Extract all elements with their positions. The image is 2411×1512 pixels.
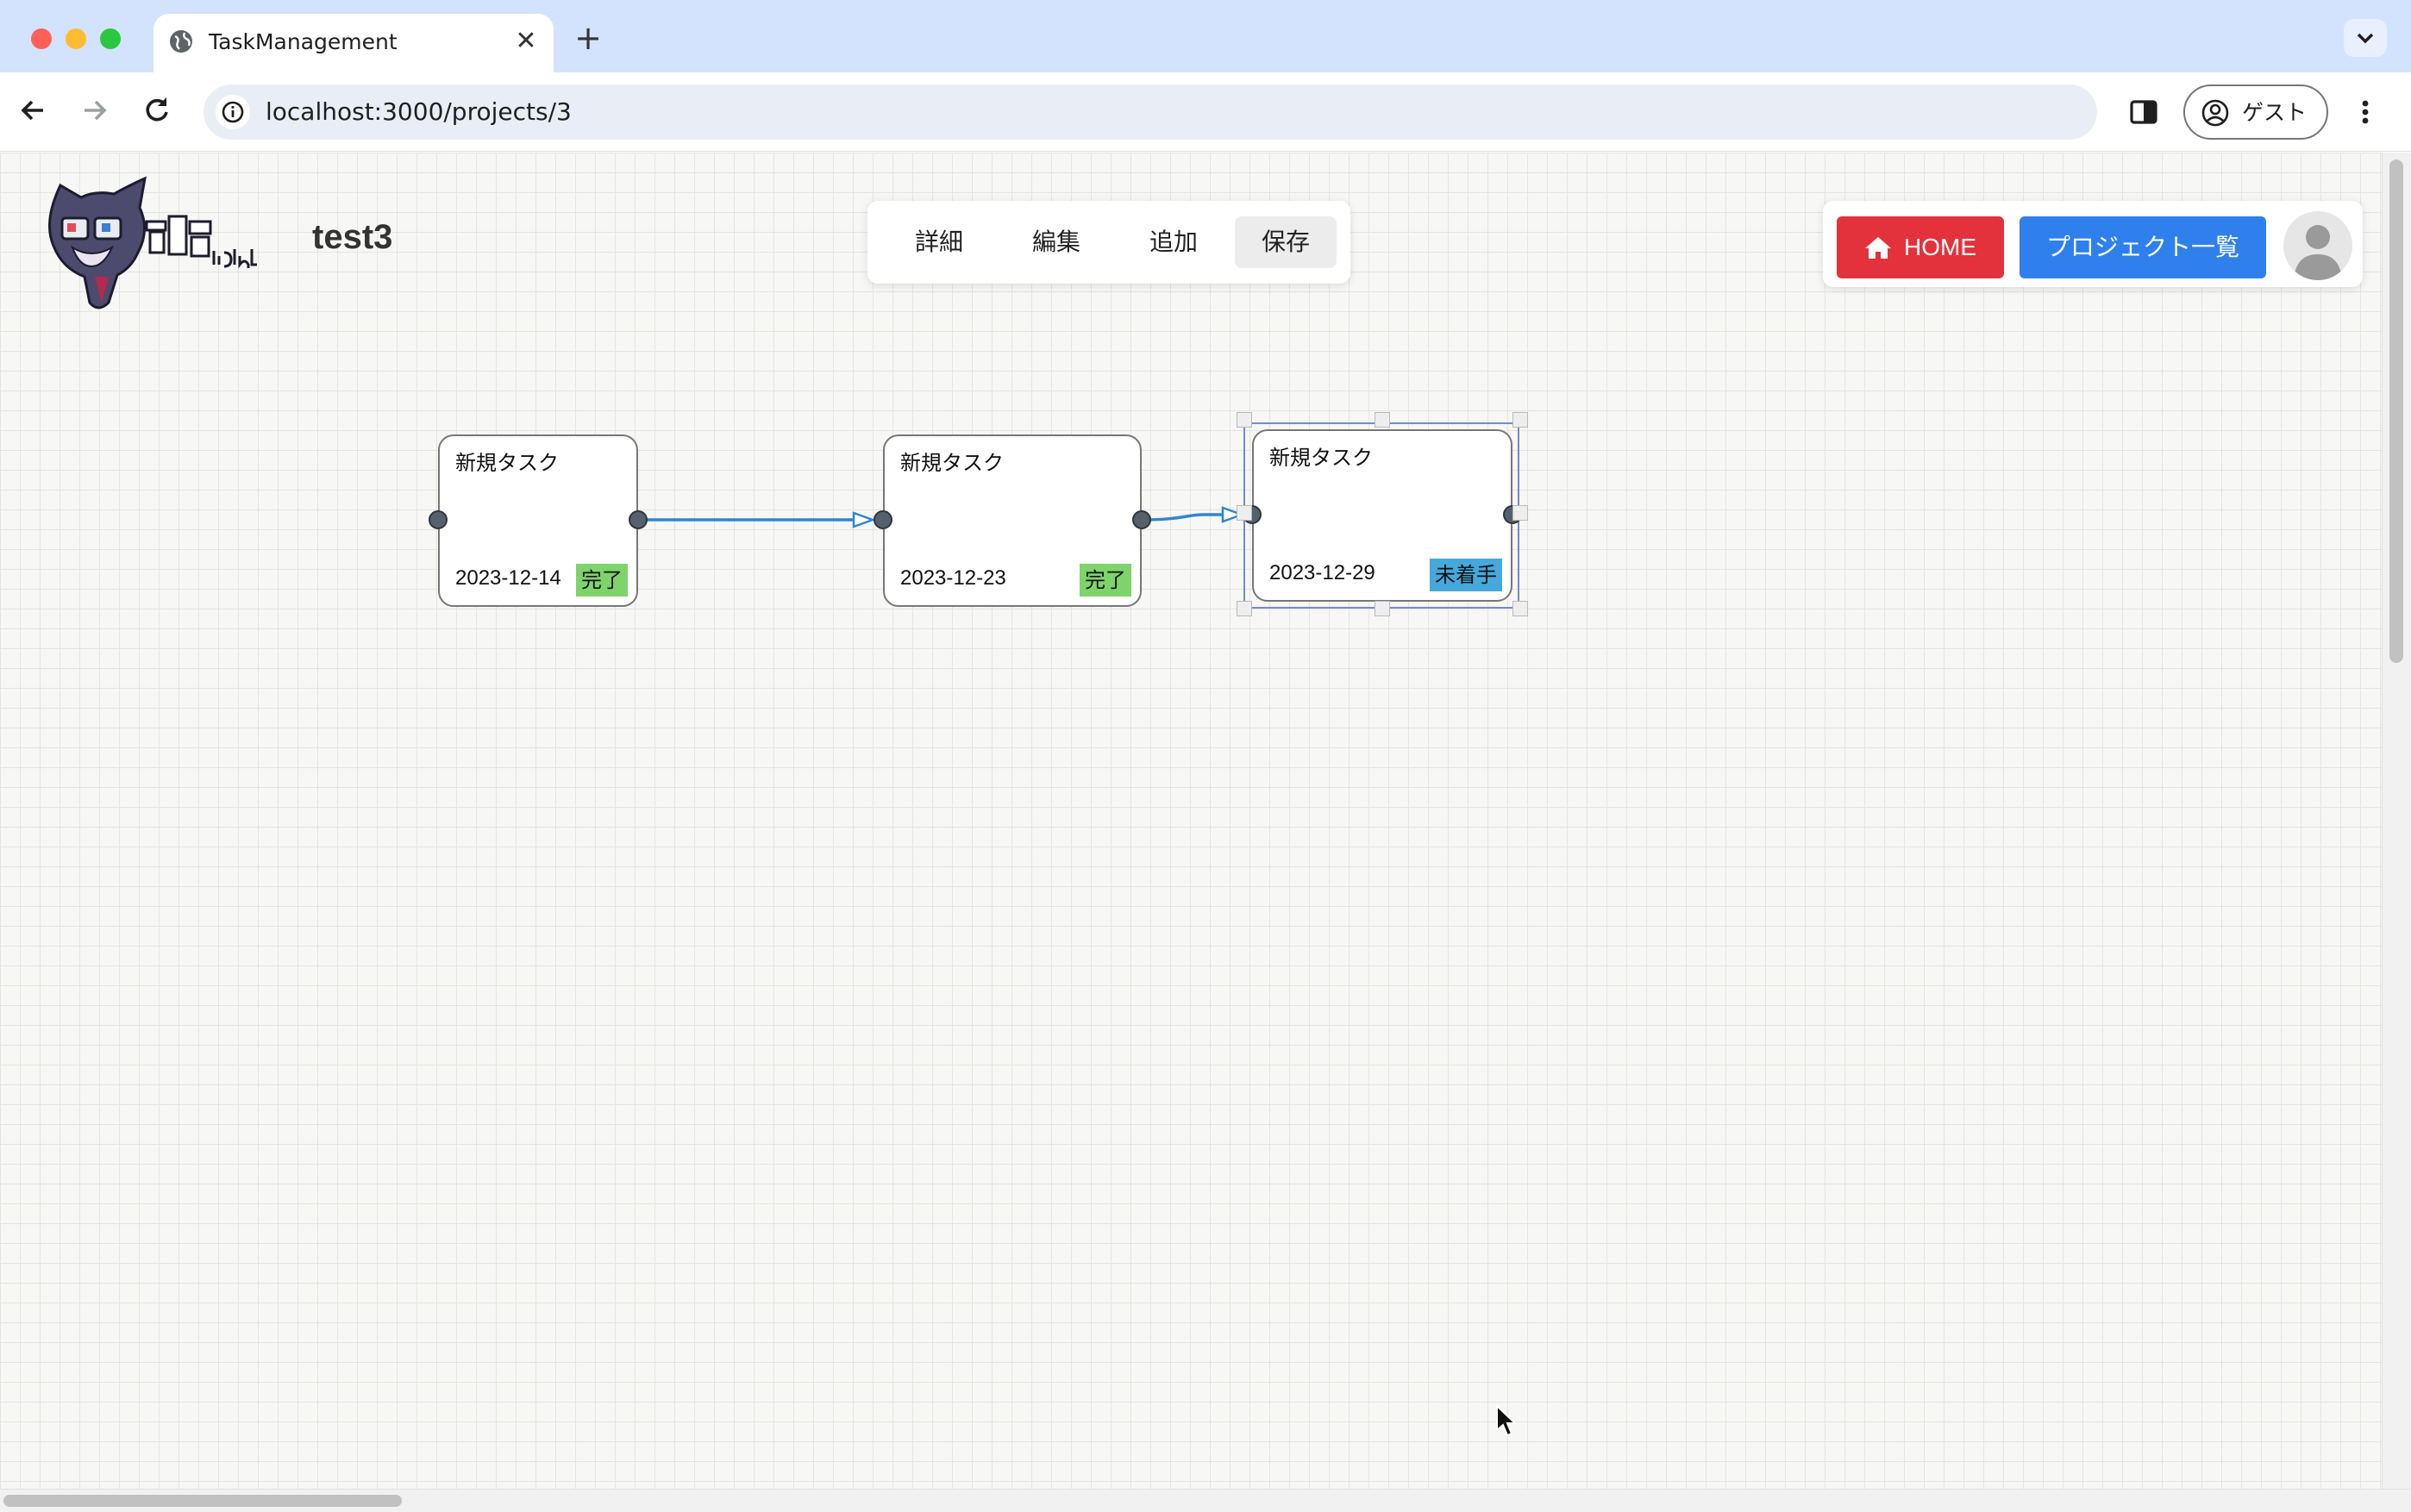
- browser-toolbar: localhost:3000/projects/3 ゲスト: [0, 72, 2411, 152]
- close-tab-icon[interactable]: ✕: [510, 26, 542, 57]
- node-output-handle[interactable]: [1132, 510, 1151, 529]
- chevron-down-icon: [2357, 33, 2374, 44]
- resize-handle-top[interactable]: [1375, 412, 1390, 428]
- browser-tab[interactable]: TaskManagement ✕: [153, 14, 554, 72]
- profile-label: ゲスト: [2242, 100, 2308, 125]
- info-icon: [222, 101, 244, 123]
- resize-handle-bottom-left[interactable]: [1237, 601, 1252, 616]
- task-node[interactable]: 新規タスク 2023-12-23 完了: [883, 434, 1142, 607]
- account-circle-icon: [2201, 99, 2229, 127]
- maximize-window-button[interactable]: [100, 28, 121, 49]
- task-node[interactable]: 新規タスク 2023-12-14 完了: [438, 434, 638, 607]
- back-arrow-icon[interactable]: [12, 90, 53, 131]
- close-window-button[interactable]: [31, 28, 52, 49]
- profile-button[interactable]: ゲスト: [2183, 84, 2328, 140]
- flow-canvas[interactable]: test3 詳細 編集 追加 保存 HOME プロジェクト一覧 新規タスク 20…: [0, 153, 2411, 1512]
- node-output-handle[interactable]: [629, 510, 648, 529]
- horizontal-scroll-thumb[interactable]: [3, 1495, 402, 1507]
- resize-handle-top-right[interactable]: [1512, 412, 1528, 428]
- flow-edges: [638, 506, 1245, 528]
- forward-arrow-icon[interactable]: [74, 90, 116, 131]
- edge-1-to-2-arrowhead: [852, 511, 876, 528]
- reload-icon[interactable]: [136, 90, 178, 131]
- resize-handle-bottom-right[interactable]: [1512, 601, 1528, 616]
- address-bar[interactable]: localhost:3000/projects/3: [204, 84, 2097, 140]
- task-node-title: 新規タスク: [900, 451, 1004, 475]
- status-badge: 完了: [1080, 564, 1131, 597]
- tab-search-button[interactable]: [2344, 19, 2387, 57]
- task-node-title: 新規タスク: [455, 451, 559, 475]
- edge-2-to-3: [1141, 513, 1231, 522]
- tab-title: TaskManagement: [209, 29, 398, 54]
- url-text: localhost:3000/projects/3: [266, 97, 572, 126]
- site-info-button[interactable]: [216, 95, 250, 129]
- vertical-scroll-thumb[interactable]: [2389, 159, 2403, 663]
- minimize-window-button[interactable]: [66, 28, 86, 49]
- globe-icon: [170, 30, 192, 53]
- vertical-scrollbar[interactable]: [2382, 153, 2411, 1489]
- resize-handle-bottom[interactable]: [1375, 601, 1390, 616]
- status-badge: 未着手: [1430, 559, 1502, 591]
- horizontal-scrollbar[interactable]: [0, 1489, 2411, 1512]
- task-node-selected[interactable]: 新規タスク 2023-12-29 未着手: [1252, 429, 1512, 602]
- task-node-date: 2023-12-14: [455, 566, 561, 590]
- resize-handle-left[interactable]: [1237, 505, 1252, 521]
- node-input-handle[interactable]: [874, 510, 892, 529]
- browser-tab-bar: TaskManagement ✕ +: [0, 0, 2411, 72]
- task-node-title: 新規タスク: [1269, 446, 1373, 470]
- task-node-date: 2023-12-29: [1269, 561, 1375, 584]
- kebab-menu-icon[interactable]: [2351, 93, 2380, 131]
- resize-handle-top-left[interactable]: [1237, 412, 1252, 428]
- side-panel-icon[interactable]: [2125, 93, 2163, 131]
- status-badge: 完了: [576, 564, 628, 597]
- task-node-date: 2023-12-23: [900, 566, 1006, 590]
- node-input-handle[interactable]: [429, 510, 448, 529]
- new-tab-button[interactable]: +: [569, 19, 607, 57]
- resize-handle-right[interactable]: [1512, 505, 1528, 521]
- mouse-cursor-icon: [1496, 1404, 1518, 1437]
